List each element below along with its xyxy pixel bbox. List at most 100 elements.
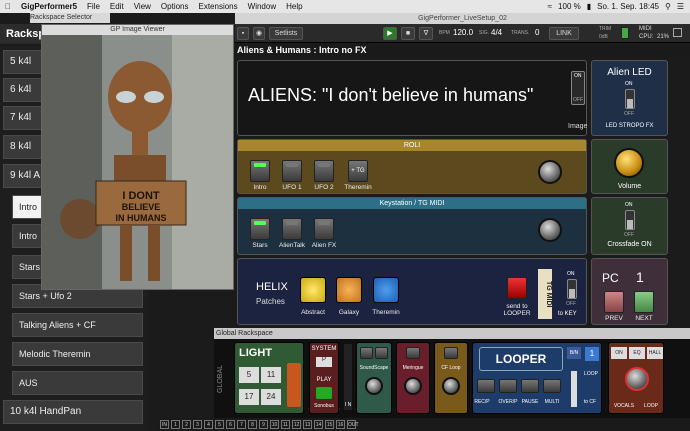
channel-13[interactable]: 13	[303, 420, 312, 429]
bn-button[interactable]: B/N	[567, 347, 581, 359]
battery-icon[interactable]: ▮	[587, 2, 591, 11]
menu-file[interactable]: File	[82, 2, 105, 11]
variation-item[interactable]: Melodic Theremin	[12, 342, 143, 366]
galaxy-label: Galaxy	[338, 309, 360, 316]
light-17[interactable]: 17	[239, 389, 259, 405]
channel-16[interactable]: 16	[336, 420, 345, 429]
variation-item[interactable]: AUS	[12, 371, 143, 395]
search-icon[interactable]: ⚲	[665, 2, 671, 11]
multi-button[interactable]	[543, 379, 561, 393]
channel-10[interactable]: 10	[270, 420, 279, 429]
apple-icon[interactable]: 	[0, 2, 16, 11]
menu-edit[interactable]: Edit	[105, 2, 129, 11]
galaxy-button[interactable]	[336, 277, 362, 303]
channel-12[interactable]: 12	[292, 420, 301, 429]
theremin-button[interactable]	[373, 277, 399, 303]
crossfade-switch[interactable]	[625, 210, 635, 230]
bpm-value[interactable]: 120.0	[453, 28, 473, 37]
pc-value[interactable]: 1	[636, 269, 644, 285]
clock[interactable]: So. 1. Sep. 18:45	[597, 2, 659, 11]
channel-out[interactable]: OUT	[347, 420, 359, 429]
rackspace-item[interactable]: 10 k4l HandPan	[3, 400, 143, 424]
channel-1[interactable]: 1	[171, 420, 180, 429]
cfloop-btn[interactable]	[444, 347, 458, 359]
meringue-knob[interactable]	[404, 377, 422, 395]
vocals-knob[interactable]	[625, 367, 649, 391]
link-button[interactable]: LINK	[549, 27, 579, 40]
channel-bar: IN 1 2 3 4 5 6 7 8 9 10 11 12 13 14 15 1…	[158, 418, 690, 431]
intro-button[interactable]	[250, 160, 270, 182]
channel-4[interactable]: 4	[204, 420, 213, 429]
sig-value[interactable]: 4/4	[491, 28, 502, 37]
ufo1-button[interactable]	[282, 160, 302, 182]
channel-9[interactable]: 9	[259, 420, 268, 429]
stars-button[interactable]	[250, 218, 270, 240]
light-11[interactable]: 11	[261, 367, 281, 383]
channel-2[interactable]: 2	[182, 420, 191, 429]
channel-8[interactable]: 8	[248, 420, 257, 429]
trans-value[interactable]: 0	[535, 28, 539, 37]
channel-6[interactable]: 6	[226, 420, 235, 429]
send-to-looper-button[interactable]	[507, 277, 527, 299]
over-button[interactable]	[499, 379, 517, 393]
prev-button[interactable]	[604, 291, 624, 313]
abstract-label: Abstract	[301, 309, 325, 316]
vocals-hall-button[interactable]: HALL	[647, 347, 663, 359]
channel-7[interactable]: 7	[237, 420, 246, 429]
sonobus-button[interactable]	[316, 387, 332, 399]
light-fader[interactable]	[287, 363, 301, 407]
fullscreen-icon[interactable]	[673, 28, 682, 37]
looper-fader[interactable]	[571, 371, 577, 407]
menu-window[interactable]: Window	[243, 2, 281, 11]
menu-options[interactable]: Options	[156, 2, 194, 11]
alienfx-button[interactable]	[314, 218, 334, 240]
to-key-switch[interactable]	[567, 279, 577, 299]
roli-knob[interactable]	[538, 160, 562, 184]
tuner-icon[interactable]: ∇	[419, 27, 433, 40]
system-play[interactable]: PLAY	[310, 377, 338, 383]
menu-view[interactable]: View	[129, 2, 156, 11]
alientalk-button[interactable]	[282, 218, 302, 240]
globe-icon[interactable]: ◉	[253, 27, 265, 40]
vocals-eq-button[interactable]: EQ	[629, 347, 645, 359]
abstract-button[interactable]	[300, 277, 326, 303]
meringue-btn[interactable]	[406, 347, 420, 359]
soundscape-btn2[interactable]	[375, 347, 388, 359]
vocals-on-button[interactable]: ON	[611, 347, 627, 359]
light-5[interactable]: 5	[239, 367, 259, 383]
channel-15[interactable]: 15	[325, 420, 334, 429]
tg-button[interactable]: + TG	[348, 160, 368, 182]
wifi-icon[interactable]: ≈	[548, 2, 552, 11]
battery-text[interactable]: 100 %	[558, 2, 581, 11]
image-viewer-window[interactable]: GP Image Viewer I DONT BELIEVE IN HUMANS	[41, 24, 234, 290]
soundscape-knob[interactable]	[365, 377, 383, 395]
menu-help[interactable]: Help	[281, 2, 307, 11]
light-24[interactable]: 24	[261, 389, 281, 405]
helix-panel: HELIX Patches Abstract Galaxy Theremin s…	[237, 258, 587, 325]
play-icon[interactable]: ▶	[383, 27, 397, 40]
lock-icon[interactable]: ▪	[237, 27, 249, 40]
system-p-button[interactable]: P	[316, 357, 332, 367]
menu-app[interactable]: GigPerformer5	[16, 2, 82, 11]
alien-led-switch[interactable]	[625, 89, 635, 109]
keystation-knob[interactable]	[538, 218, 562, 242]
variation-item[interactable]: Talking Aliens + CF	[12, 313, 143, 337]
soundscape-btn1[interactable]	[360, 347, 373, 359]
menu-icon[interactable]: ☰	[677, 2, 684, 11]
channel-11[interactable]: 11	[281, 420, 290, 429]
toolbar: ▪ ◉ Setlists ▶ ■ ∇ BPM 120.0 SIG. 4/4 TR…	[235, 24, 690, 43]
rec-button[interactable]	[477, 379, 495, 393]
cfloop-knob[interactable]	[442, 377, 460, 395]
channel-3[interactable]: 3	[193, 420, 202, 429]
channel-5[interactable]: 5	[215, 420, 224, 429]
stop-icon[interactable]: ■	[401, 27, 415, 40]
looper-number[interactable]: 1	[585, 347, 599, 361]
volume-knob[interactable]	[614, 148, 644, 178]
channel-in[interactable]: IN	[160, 420, 169, 429]
next-button[interactable]	[634, 291, 654, 313]
pause-button[interactable]	[521, 379, 539, 393]
setlists-button[interactable]: Setlists	[269, 27, 303, 40]
channel-14[interactable]: 14	[314, 420, 323, 429]
menu-extensions[interactable]: Extensions	[194, 2, 243, 11]
ufo2-button[interactable]	[314, 160, 334, 182]
